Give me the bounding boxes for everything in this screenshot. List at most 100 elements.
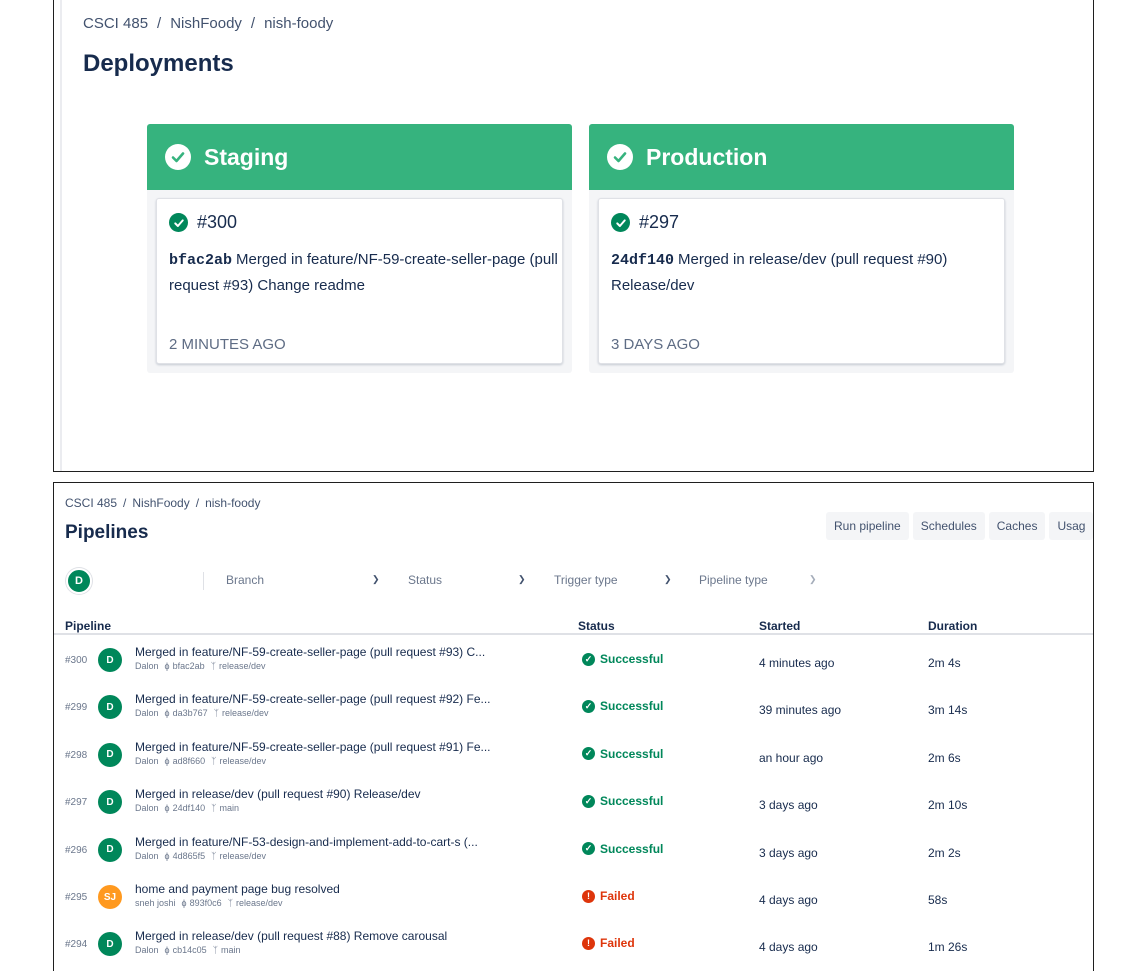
pipeline-type-dropdown-label: Pipeline type	[699, 573, 768, 587]
branch-name[interactable]: release/dev	[236, 898, 283, 908]
table-row[interactable]: #297 D Merged in release/dev (pull request…	[54, 780, 1093, 827]
table-row[interactable]: #298 D Merged in feature/NF-59-create-sell…	[54, 733, 1093, 780]
branch-name[interactable]: release/dev	[220, 851, 267, 861]
commit-hash[interactable]: 24df140	[611, 252, 674, 269]
branch-icon: ᛉ	[211, 803, 217, 814]
author-name: Dalon	[135, 803, 159, 814]
deployed-time: 3 days ago	[611, 336, 700, 353]
column-status: Status	[578, 619, 615, 633]
table-row[interactable]: #295 SJ home and payment page bug resolved…	[54, 875, 1093, 922]
pipeline-number[interactable]: #298	[65, 750, 87, 761]
pipeline-number[interactable]: #299	[65, 702, 87, 713]
started-time: 3 days ago	[759, 845, 818, 860]
pipeline-type-dropdown[interactable]: Pipeline type ❯	[699, 573, 817, 587]
avatar: D	[98, 932, 122, 957]
commit-hash[interactable]: cb14c05	[173, 945, 207, 955]
branch-icon: ᛉ	[212, 945, 218, 956]
pipeline-meta: Dalon ϕ bfac2ab ᛉ release/dev	[135, 661, 266, 671]
pipeline-commit-message[interactable]: Merged in release/dev (pull request #90)…	[135, 787, 421, 801]
branch-dropdown[interactable]: Branch ❯	[226, 573, 380, 587]
pipeline-number[interactable]: #297	[65, 797, 87, 808]
status-label: Failed	[600, 936, 635, 951]
commit-hash[interactable]: 893f0c6	[190, 898, 222, 908]
success-icon: ✓	[582, 842, 595, 856]
environment-header: Production	[589, 124, 1014, 190]
caches-button[interactable]: Caches	[988, 512, 1046, 540]
commit-hash[interactable]: bfac2ab	[169, 252, 232, 269]
pipeline-meta: Dalon ϕ ad8f660 ᛉ release/dev	[135, 756, 266, 766]
commit-icon: ϕ	[164, 850, 170, 861]
breadcrumb-project[interactable]: NishFoody	[132, 496, 189, 510]
branch-name[interactable]: release/dev	[220, 756, 267, 766]
commit-hash[interactable]: 4d865f5	[173, 851, 206, 861]
trigger-type-dropdown[interactable]: Trigger type ❯	[554, 573, 672, 587]
deployment-card[interactable]: #297 24df140 Merged in release/dev (pull …	[598, 198, 1005, 364]
status-dropdown[interactable]: Status ❯	[408, 573, 526, 587]
pipeline-commit-message[interactable]: home and payment page bug resolved	[135, 882, 340, 896]
commit-hash[interactable]: da3b767	[173, 708, 208, 718]
author-name: Dalon	[135, 708, 159, 719]
branch-name[interactable]: main	[221, 945, 241, 955]
chevron-down-icon: ❯	[664, 574, 672, 584]
branch-name[interactable]: main	[220, 803, 240, 813]
branch-name[interactable]: release/dev	[222, 708, 269, 718]
status-label: Successful	[600, 746, 664, 761]
schedules-button[interactable]: Schedules	[912, 512, 985, 540]
commit-summary: 24df140 Merged in release/dev (pull reque…	[611, 247, 1006, 298]
breadcrumb: CSCI 485/NishFoody / nish-foody	[65, 496, 261, 510]
pipeline-commit-message[interactable]: Merged in feature/NF-53-design-and-imple…	[135, 835, 478, 849]
branch-icon: ᛉ	[227, 898, 234, 908]
table-header: Pipeline Status Started Duration	[54, 613, 1093, 635]
pipeline-commit-message[interactable]: Merged in feature/NF-59-create-seller-pa…	[135, 740, 491, 754]
pipeline-commit-message[interactable]: Merged in feature/NF-59-create-seller-pa…	[135, 692, 491, 706]
pipeline-meta: Dalon ϕ cb14c05 ᛉ main	[135, 945, 241, 955]
started-time: 3 days ago	[759, 798, 818, 813]
pipeline-commit-message[interactable]: Merged in release/dev (pull request #88)…	[135, 929, 447, 943]
table-row[interactable]: #296 D Merged in feature/NF-53-design-and-…	[54, 828, 1093, 875]
error-icon: !	[582, 889, 595, 903]
duration: 2m 4s	[928, 656, 961, 670]
commit-hash[interactable]: bfac2ab	[173, 661, 205, 671]
breadcrumb-project[interactable]: NishFoody	[170, 15, 242, 32]
breadcrumb: CSCI 485/NishFoody / nish-foody	[83, 15, 334, 32]
table-row[interactable]: #299 D Merged in feature/NF-59-create-sell…	[54, 685, 1093, 732]
deployment-card[interactable]: #300 bfac2ab Merged in feature/NF-59-crea…	[156, 198, 563, 364]
breadcrumb-repo[interactable]: nish-foody	[264, 15, 333, 32]
pipeline-number[interactable]: #295	[65, 892, 87, 903]
status-label: Successful	[600, 652, 664, 666]
success-icon	[169, 213, 188, 232]
check-circle-icon	[607, 144, 633, 170]
status-badge: ✓ Successful	[582, 747, 663, 761]
table-row[interactable]: #294 D Merged in release/dev (pull request…	[54, 922, 1093, 969]
avatar: D	[98, 790, 122, 815]
build-number[interactable]: #297	[639, 212, 679, 233]
pipeline-number[interactable]: #294	[65, 939, 87, 950]
duration: 2m 2s	[928, 845, 961, 860]
branch-icon: ᛉ	[210, 661, 216, 671]
status-badge: ! Failed	[582, 936, 635, 950]
deployments-panel: CSCI 485/NishFoody / nish-foody Deployment…	[53, 0, 1094, 472]
build-number[interactable]: #300	[197, 212, 237, 233]
run-pipeline-button[interactable]: Run pipeline	[826, 512, 909, 540]
environment-card-staging[interactable]: Staging #300 bfac2ab Merged in feature/NF…	[147, 124, 572, 373]
branch-name[interactable]: release/dev	[219, 661, 266, 671]
commit-hash[interactable]: 24df140	[173, 803, 206, 813]
breadcrumb-repo[interactable]: nish-foody	[205, 496, 260, 510]
success-icon	[611, 213, 630, 232]
table-row[interactable]: #300 D Merged in feature/NF-59-create-sell…	[54, 638, 1093, 685]
success-icon: ✓	[582, 794, 595, 808]
environment-card-production[interactable]: Production #297 24df140 Merged in release…	[589, 124, 1014, 373]
duration: 2m 6s	[928, 750, 961, 765]
pipeline-number[interactable]: #296	[65, 845, 87, 856]
breadcrumb-workspace[interactable]: CSCI 485	[83, 15, 148, 32]
pipeline-commit-message[interactable]: Merged in feature/NF-59-create-seller-pa…	[135, 645, 485, 659]
commit-hash[interactable]: ad8f660	[173, 756, 206, 766]
user-filter-avatar[interactable]: D	[66, 568, 92, 594]
status-label: Successful	[600, 699, 664, 714]
status-label: Failed	[600, 889, 635, 903]
pipeline-number[interactable]: #300	[65, 655, 87, 666]
breadcrumb-workspace[interactable]: CSCI 485	[65, 496, 117, 510]
avatar: D	[98, 837, 122, 862]
column-pipeline: Pipeline	[65, 619, 112, 633]
usage-button[interactable]: Usag	[1049, 512, 1093, 540]
